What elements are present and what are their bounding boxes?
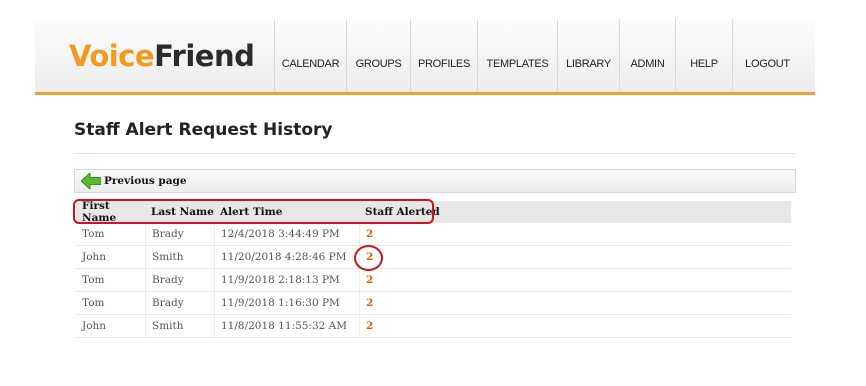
- first-name-cell: Tom: [82, 297, 105, 309]
- app-header: VoiceFriend CALENDAR GROUPS PROFILES TEM…: [35, 19, 815, 95]
- title-divider: [74, 153, 796, 154]
- alert-time-cell: 11/8/2018 11:55:32 AM: [214, 315, 359, 337]
- previous-page-label: Previous page: [104, 175, 187, 187]
- first-name-cell: Tom: [82, 228, 105, 240]
- last-name-cell: Brady: [145, 223, 214, 245]
- staff-alerted-cell: 2: [359, 292, 791, 314]
- table-row: Tom Brady 11/9/2018 2:18:13 PM 2: [76, 269, 791, 292]
- alert-time-cell: 11/20/2018 4:28:46 PM: [214, 246, 359, 268]
- staff-alerted-link[interactable]: 2: [366, 297, 373, 309]
- previous-page-bar: Previous page: [74, 169, 796, 193]
- last-name-cell: Brady: [145, 292, 214, 314]
- nav-help[interactable]: HELP: [675, 19, 732, 92]
- page-title: Staff Alert Request History: [74, 120, 333, 140]
- alert-time-cell: 12/4/2018 3:44:49 PM: [214, 223, 359, 245]
- staff-alerted-cell: 2: [359, 269, 791, 291]
- staff-alerted-cell: 2: [359, 246, 791, 268]
- nav-calendar[interactable]: CALENDAR: [274, 19, 346, 92]
- staff-alerted-link[interactable]: 2: [366, 228, 373, 240]
- table-row: John Smith 11/20/2018 4:28:46 PM 2: [76, 246, 791, 269]
- logo-voice-text: Voice: [69, 39, 155, 73]
- nav-profiles[interactable]: PROFILES: [410, 19, 477, 92]
- previous-page-link[interactable]: Previous page: [80, 171, 187, 191]
- header-highlight-annotation: [73, 199, 434, 224]
- nav-templates[interactable]: TEMPLATES: [477, 19, 557, 92]
- first-name-cell: Tom: [82, 274, 105, 286]
- staff-alerted-cell: 2: [359, 315, 791, 337]
- staff-alerted-link[interactable]: 2: [366, 320, 373, 332]
- first-name-cell: John: [82, 251, 107, 263]
- table-row: Tom Brady 11/9/2018 1:16:30 PM 2: [76, 292, 791, 315]
- nav-library[interactable]: LIBRARY: [557, 19, 619, 92]
- voicefriend-logo[interactable]: VoiceFriend: [69, 39, 255, 73]
- last-name-cell: Brady: [145, 269, 214, 291]
- logo-friend-text: Friend: [154, 39, 255, 73]
- staff-alerted-link[interactable]: 2: [366, 274, 373, 286]
- main-nav: CALENDAR GROUPS PROFILES TEMPLATES LIBRA…: [274, 19, 802, 92]
- staff-alerted-cell: 2: [359, 223, 791, 245]
- last-name-cell: Smith: [145, 246, 214, 268]
- staff-alerted-circle-annotation: [354, 245, 383, 271]
- nav-groups[interactable]: GROUPS: [346, 19, 410, 92]
- nav-admin[interactable]: ADMIN: [619, 19, 675, 92]
- last-name-cell: Smith: [145, 315, 214, 337]
- table-row: Tom Brady 12/4/2018 3:44:49 PM 2: [76, 223, 791, 246]
- first-name-cell: John: [82, 320, 107, 332]
- nav-logout[interactable]: LOGOUT: [732, 19, 802, 92]
- green-left-arrow-icon: [80, 171, 102, 191]
- table-row: John Smith 11/8/2018 11:55:32 AM 2: [76, 315, 791, 338]
- alert-time-cell: 11/9/2018 1:16:30 PM: [214, 292, 359, 314]
- alert-time-cell: 11/9/2018 2:18:13 PM: [214, 269, 359, 291]
